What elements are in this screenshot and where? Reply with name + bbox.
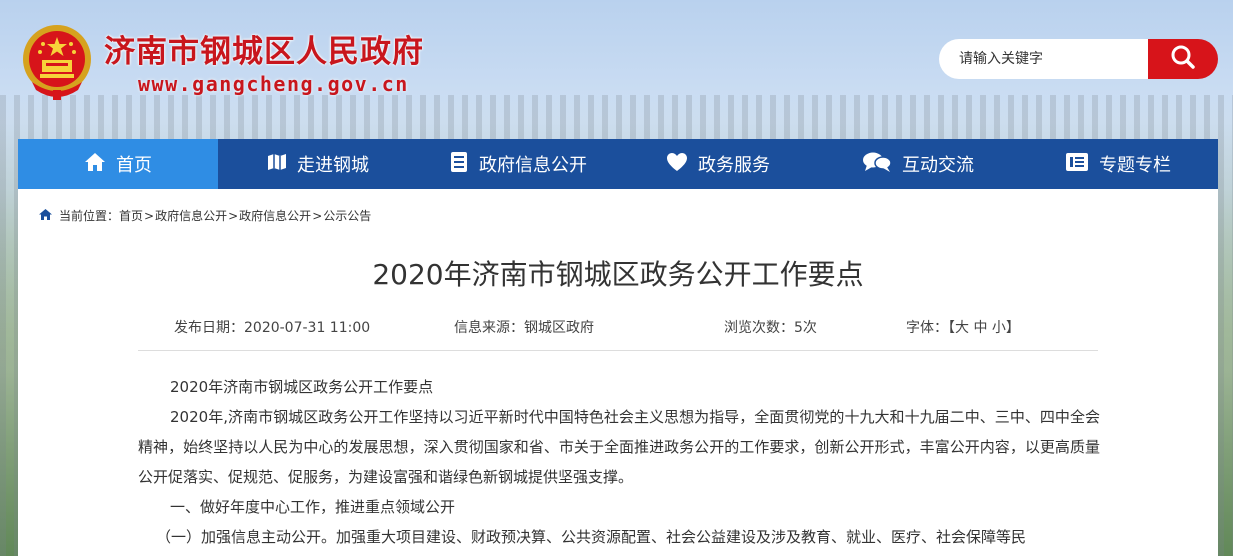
breadcrumb: 当前位置： 首页 > 政府信息公开 > 政府信息公开 > 公示公告 — [38, 207, 371, 224]
info-source: 信息来源：钢城区政府 — [454, 320, 594, 336]
nav-item-interaction[interactable]: 互动交流 — [818, 139, 1018, 189]
nav-item-services[interactable]: 政务服务 — [618, 139, 818, 189]
site-url: www.gangcheng.gov.cn — [138, 72, 409, 96]
nav-label: 走进钢城 — [297, 155, 369, 176]
article-title: 2020年济南市钢城区政务公开工作要点 — [372, 258, 864, 291]
nav-label: 政务服务 — [698, 155, 770, 176]
article-body: 2020年济南市钢城区政务公开工作要点 2020年,济南市钢城区政务公开工作坚持… — [138, 372, 1100, 552]
search-icon — [1170, 44, 1196, 74]
content-panel: 当前位置： 首页 > 政府信息公开 > 政府信息公开 > 公示公告 2020年济… — [18, 189, 1218, 556]
publish-date: 发布日期：2020-07-31 11:00 — [174, 320, 371, 336]
home-icon — [84, 151, 116, 178]
nav-item-about[interactable]: 走进钢城 — [218, 139, 418, 189]
nav-item-home[interactable]: 首页 — [18, 139, 218, 189]
breadcrumb-separator: > — [228, 208, 239, 223]
breadcrumb-prefix: 当前位置： — [59, 209, 120, 223]
breadcrumb-gov-info-sub[interactable]: 政府信息公开 — [239, 207, 311, 224]
divider — [138, 350, 1098, 351]
search-box — [939, 39, 1218, 79]
breadcrumb-separator: > — [312, 208, 323, 223]
nav-item-topics[interactable]: 专题专栏 — [1018, 139, 1218, 189]
font-size-switcher[interactable]: 字体：【大 中 小】 — [906, 317, 1020, 337]
heart-icon — [666, 152, 698, 177]
national-emblem-icon — [20, 22, 94, 102]
home-small-icon — [38, 208, 59, 224]
map-icon — [267, 152, 297, 177]
main-nav: 首页 走进钢城 政府信息公开 政务服务 互动交流 专题专栏 — [18, 139, 1218, 189]
nav-label: 首页 — [116, 155, 152, 176]
nav-label: 互动交流 — [902, 155, 974, 176]
site-title: 济南市钢城区人民政府 — [104, 34, 424, 70]
breadcrumb-gov-info[interactable]: 政府信息公开 — [155, 207, 227, 224]
search-button[interactable] — [1148, 39, 1218, 79]
chat-icon — [862, 151, 902, 178]
nav-label: 政府信息公开 — [479, 155, 587, 176]
list-icon — [1065, 151, 1099, 178]
site-header: 济南市钢城区人民政府 www.gangcheng.gov.cn — [0, 0, 1233, 138]
breadcrumb-separator: > — [144, 208, 155, 223]
search-input[interactable] — [939, 39, 1149, 79]
paragraph: （一）加强信息主动公开。加强重大项目建设、财政预决算、公共资源配置、社会公益建设… — [156, 528, 1027, 546]
nav-label: 专题专栏 — [1099, 155, 1171, 176]
paragraph: 2020年,济南市钢城区政务公开工作坚持以习近平新时代中国特色社会主义思想为指导… — [138, 408, 1100, 486]
paragraph: 一、做好年度中心工作，推进重点领域公开 — [170, 498, 456, 516]
paragraph: 2020年济南市钢城区政务公开工作要点 — [170, 378, 434, 396]
view-count: 浏览次数：5次 — [724, 320, 817, 336]
breadcrumb-home[interactable]: 首页 — [119, 207, 143, 224]
nav-item-gov-info[interactable]: 政府信息公开 — [418, 139, 618, 189]
breadcrumb-notice[interactable]: 公示公告 — [323, 207, 371, 224]
document-icon — [449, 151, 479, 178]
